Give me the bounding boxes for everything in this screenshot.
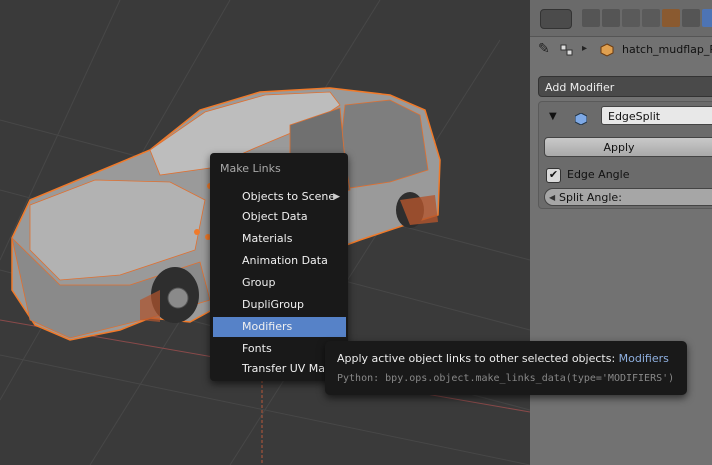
scene-icon[interactable] xyxy=(622,9,640,27)
properties-header xyxy=(530,0,712,37)
breadcrumb-object-name: hatch_mudflap_RL xyxy=(622,43,712,56)
edge-angle-checkbox[interactable]: ✔ xyxy=(546,168,561,183)
tooltip-highlight: Modifiers xyxy=(618,352,669,365)
modifier-name-field[interactable]: EdgeSplit xyxy=(601,106,712,125)
menu-item-animation-data[interactable]: Animation Data xyxy=(213,251,346,271)
scene-icon xyxy=(560,42,574,56)
triangle-down-icon[interactable]: ▼ xyxy=(549,111,557,122)
decrement-arrow-icon[interactable]: ◀ xyxy=(549,189,555,207)
modifier-panel: ▼ EdgeSplit Apply ✔ Edge Angle ◀ Split A… xyxy=(538,101,712,209)
menu-item-label: Materials xyxy=(242,232,293,245)
apply-button[interactable]: Apply xyxy=(544,137,712,157)
modifiers-icon[interactable] xyxy=(702,9,712,27)
menu-item-label: Modifiers xyxy=(242,320,293,333)
triangle-right-icon: ▸ xyxy=(582,43,588,54)
menu-item-label: Transfer UV Maps xyxy=(242,362,338,375)
modifier-header: ▼ EdgeSplit xyxy=(539,102,712,130)
render-icon[interactable] xyxy=(582,9,600,27)
split-angle-slider[interactable]: ◀ Split Angle: xyxy=(544,188,712,206)
menu-item-dupligroup[interactable]: DupliGroup xyxy=(213,295,346,315)
menu-item-label: DupliGroup xyxy=(242,298,305,311)
edge-angle-label: Edge Angle xyxy=(567,168,630,181)
tooltip-description: Apply active object links to other selec… xyxy=(337,352,669,365)
menu-title: Make Links xyxy=(220,162,281,175)
object-icon[interactable] xyxy=(662,9,680,27)
menu-item-group[interactable]: Group xyxy=(213,273,346,293)
cube-icon xyxy=(600,42,614,57)
world-icon[interactable] xyxy=(642,9,660,27)
menu-item-modifiers[interactable]: Modifiers xyxy=(213,317,346,337)
tooltip-text: Apply active object links to other selec… xyxy=(337,352,616,365)
constraints-icon[interactable] xyxy=(682,9,700,27)
menu-item-label: Objects to Scene xyxy=(242,190,336,203)
pin-icon[interactable]: ✎ xyxy=(538,41,550,57)
menu-item-label: Animation Data xyxy=(242,254,328,267)
render-layers-icon[interactable] xyxy=(602,9,620,27)
menu-item-materials[interactable]: Materials xyxy=(213,229,346,249)
edgesplit-modifier-icon xyxy=(574,110,588,126)
tooltip: Apply active object links to other selec… xyxy=(325,341,687,395)
triangle-right-icon: ▶ xyxy=(333,192,340,202)
properties-panel: ✎ ▸ hatch_mudflap_RL Add Modifier ▼ Edge… xyxy=(530,0,712,465)
menu-item-object-data[interactable]: Object Data xyxy=(213,207,346,227)
menu-item-label: Group xyxy=(242,276,276,289)
tooltip-python: Python: bpy.ops.object.make_links_data(t… xyxy=(337,373,675,384)
split-angle-label: Split Angle: xyxy=(559,191,622,204)
breadcrumb: ✎ ▸ hatch_mudflap_RL xyxy=(530,38,712,62)
menu-item-label: Fonts xyxy=(242,342,272,355)
editor-type-selector[interactable] xyxy=(540,9,572,29)
add-modifier-dropdown[interactable]: Add Modifier xyxy=(538,76,712,97)
menu-item-objects-to-scene[interactable]: Objects to Scene ▶ xyxy=(213,187,346,207)
menu-item-label: Object Data xyxy=(242,210,308,223)
